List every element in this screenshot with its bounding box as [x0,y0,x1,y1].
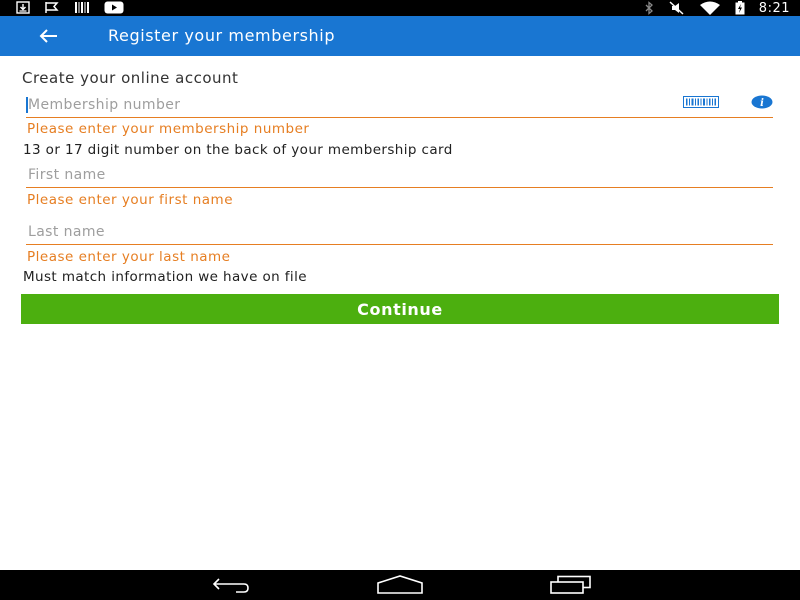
back-arrow-icon[interactable] [36,24,60,48]
svg-text:i: i [760,98,764,109]
back-nav-icon[interactable] [206,575,252,595]
home-nav-icon[interactable] [375,575,425,595]
page-title: Register your membership [108,26,336,45]
download-icon [16,1,30,14]
membership-number-input[interactable] [26,94,773,116]
recents-nav-icon[interactable] [548,575,594,595]
membership-number-error: Please enter your membership number [27,121,310,137]
continue-button[interactable]: Continue [21,294,779,324]
membership-number-field: i [26,94,773,118]
text-cursor [26,97,28,113]
status-right-icons: 8:21 [643,0,790,16]
membership-number-helper: 13 or 17 digit number on the back of you… [23,142,453,158]
status-left-icons [16,1,124,14]
last-name-helper: Must match information we have on file [23,269,307,285]
bluetooth-icon [645,1,653,15]
mute-icon [669,1,684,15]
flag-icon [45,2,59,13]
status-time: 8:21 [758,0,790,16]
info-icon[interactable]: i [751,95,773,109]
first-name-input[interactable] [26,164,773,186]
first-name-field [26,164,773,188]
last-name-error: Please enter your last name [27,249,231,265]
barcode-scan-icon[interactable] [683,96,719,108]
status-bar: 8:21 [0,0,800,16]
first-name-error: Please enter your first name [27,192,234,208]
wifi-icon [699,1,720,15]
registration-form: Create your online account i Please ente… [0,56,800,570]
app-bar: Register your membership [0,16,800,56]
barcode-notification-icon [75,2,89,13]
battery-charging-icon [735,1,745,15]
last-name-input[interactable] [26,221,773,243]
last-name-field [26,221,773,245]
youtube-icon [104,1,124,14]
navigation-bar [0,570,800,600]
section-title: Create your online account [22,69,239,87]
